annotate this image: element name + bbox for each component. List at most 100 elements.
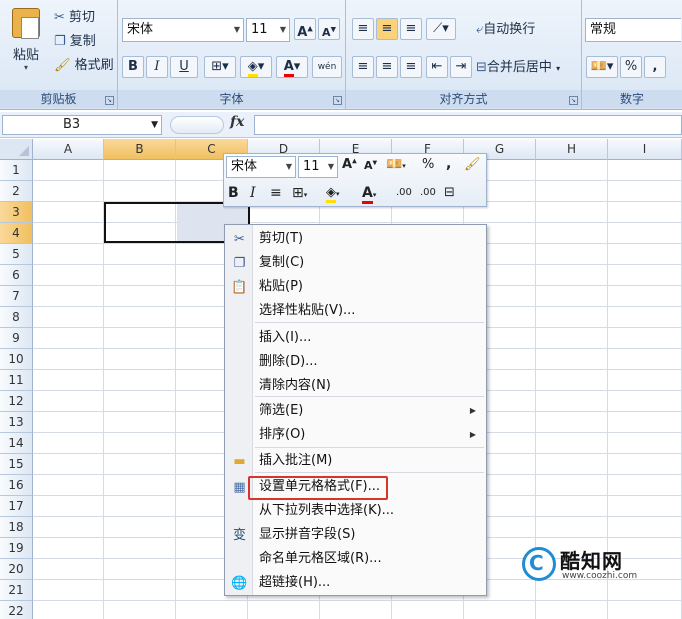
decrease-indent-button[interactable]: ⇤: [426, 56, 448, 78]
menu-item-6[interactable]: 清除内容(N): [253, 374, 486, 398]
row-header-19[interactable]: 19: [0, 538, 33, 559]
menu-item-7[interactable]: 筛选(E) ▶: [253, 399, 486, 423]
font-color-icon: A: [283, 59, 294, 77]
comma-button[interactable]: ,: [644, 56, 666, 78]
wrap-text-button[interactable]: ⤶自动换行: [476, 18, 535, 42]
align-bottom-button[interactable]: ≡: [400, 18, 422, 40]
clipboard-launcher-icon[interactable]: ↘: [105, 96, 114, 105]
align-middle-button[interactable]: ≡: [376, 18, 398, 40]
grow-font-button[interactable]: A▲: [294, 18, 316, 40]
formula-bar-handle[interactable]: [170, 116, 224, 134]
mini-font-color-icon[interactable]: A▾: [362, 185, 376, 204]
align-top-button[interactable]: ≡: [352, 18, 374, 40]
formula-input[interactable]: [254, 115, 682, 135]
font-color-button[interactable]: A▾: [276, 56, 308, 78]
menu-item-8[interactable]: 排序(O) ▶: [253, 423, 486, 447]
row-header-4[interactable]: 4: [0, 223, 33, 244]
menu-item-1[interactable]: 复制(C): [253, 251, 486, 275]
menu-item-3[interactable]: 选择性粘贴(V)...: [253, 299, 486, 323]
row-header-2[interactable]: 2: [0, 181, 33, 202]
row-header-11[interactable]: 11: [0, 370, 33, 391]
row-header-10[interactable]: 10: [0, 349, 33, 370]
menu-item-label: 删除(D)...: [259, 354, 318, 369]
underline-button[interactable]: U: [170, 56, 198, 78]
column-header-i[interactable]: I: [608, 139, 682, 160]
format-painter-button[interactable]: 🖌 格式刷: [54, 54, 114, 78]
row-header-1[interactable]: 1: [0, 160, 33, 181]
copy-button[interactable]: ❐ 复制: [54, 30, 96, 54]
align-right-button[interactable]: ≡: [400, 56, 422, 78]
menu-item-4[interactable]: 插入(I)...: [253, 326, 486, 350]
mini-grow-font-icon[interactable]: A▲: [342, 157, 357, 172]
number-format-combo[interactable]: 常规: [585, 18, 681, 42]
mini-comma-button[interactable]: ,: [446, 156, 451, 172]
menu-item-2[interactable]: 粘贴(P): [253, 275, 486, 299]
mini-bold-button[interactable]: B: [228, 185, 239, 201]
orientation-button[interactable]: ⟋▾: [426, 18, 456, 40]
chevron-down-icon[interactable]: ▼: [151, 116, 158, 134]
menu-item-13[interactable]: 命名单元格区域(R)...: [253, 547, 486, 571]
cut-button[interactable]: ✂ 剪切: [54, 6, 95, 30]
column-header-b[interactable]: B: [104, 139, 176, 160]
italic-button[interactable]: I: [146, 56, 168, 78]
currency-button[interactable]: 💴▾: [586, 56, 618, 78]
row-header-7[interactable]: 7: [0, 286, 33, 307]
menu-item-11[interactable]: 从下拉列表中选择(K)...: [253, 499, 486, 523]
merge-center-button[interactable]: ⊟合并后居中 ▾: [476, 56, 560, 80]
row-header-13[interactable]: 13: [0, 412, 33, 433]
menu-item-12[interactable]: 显示拼音字段(S): [253, 523, 486, 547]
row-header-18[interactable]: 18: [0, 517, 33, 538]
mini-font-name-combo[interactable]: 宋体 ▼: [226, 156, 296, 178]
mini-font-size-combo[interactable]: 11 ▼: [298, 156, 338, 178]
row-header-5[interactable]: 5: [0, 244, 33, 265]
align-left-button[interactable]: ≡: [352, 56, 374, 78]
align-bottom-icon: ≡: [405, 21, 417, 36]
menu-item-5[interactable]: 删除(D)...: [253, 350, 486, 374]
alignment-launcher-icon[interactable]: ↘: [569, 96, 578, 105]
border-button[interactable]: ⊞▾: [204, 56, 236, 78]
fill-color-button[interactable]: ◈▾: [240, 56, 272, 78]
column-header-a[interactable]: A: [33, 139, 104, 160]
align-center-button[interactable]: ≡: [376, 56, 398, 78]
insert-function-icon[interactable]: fx: [230, 114, 244, 130]
menu-item-14[interactable]: 超链接(H)...: [253, 571, 486, 595]
row-header-15[interactable]: 15: [0, 454, 33, 475]
menu-item-0[interactable]: 剪切(T): [253, 227, 486, 251]
name-box[interactable]: B3 ▼: [2, 115, 162, 135]
increase-indent-button[interactable]: ⇥: [450, 56, 472, 78]
row-header-16[interactable]: 16: [0, 475, 33, 496]
mini-border-icon[interactable]: ⊞▾: [292, 185, 307, 201]
mini-shrink-font-icon[interactable]: A▼: [364, 159, 377, 172]
mini-percent-button[interactable]: %: [422, 157, 434, 172]
font-size-combo[interactable]: 11 ▼: [246, 18, 290, 42]
mini-decrease-decimal-button[interactable]: .00: [420, 187, 436, 198]
row-header-22[interactable]: 22: [0, 601, 33, 619]
font-name-combo[interactable]: 宋体 ▼: [122, 18, 244, 42]
column-header-h[interactable]: H: [536, 139, 608, 160]
bold-button[interactable]: B: [122, 56, 144, 78]
row-header-8[interactable]: 8: [0, 307, 33, 328]
mini-merge-icon[interactable]: ⊟: [444, 185, 455, 200]
menu-item-label: 选择性粘贴(V)...: [259, 303, 356, 318]
row-header-9[interactable]: 9: [0, 328, 33, 349]
row-header-14[interactable]: 14: [0, 433, 33, 454]
mini-fill-color-icon[interactable]: ◈▾: [326, 185, 340, 203]
row-header-6[interactable]: 6: [0, 265, 33, 286]
font-launcher-icon[interactable]: ↘: [333, 96, 342, 105]
shrink-font-button[interactable]: A▼: [318, 18, 340, 40]
mini-increase-decimal-button[interactable]: .00: [396, 187, 412, 198]
paste-button[interactable]: 粘贴 ▾: [4, 6, 48, 82]
row-header-20[interactable]: 20: [0, 559, 33, 580]
mini-italic-button[interactable]: I: [250, 185, 256, 201]
mini-currency-icon[interactable]: 💴▾: [386, 157, 406, 172]
row-header-17[interactable]: 17: [0, 496, 33, 517]
select-all-corner[interactable]: [0, 139, 33, 160]
mini-center-icon[interactable]: ≡: [270, 185, 282, 201]
mini-format-painter-icon[interactable]: 🖌: [464, 157, 481, 172]
percent-button[interactable]: %: [620, 56, 642, 78]
row-header-3[interactable]: 3: [0, 202, 33, 223]
row-header-12[interactable]: 12: [0, 391, 33, 412]
row-header-21[interactable]: 21: [0, 580, 33, 601]
phonetic-button[interactable]: wén: [312, 56, 342, 78]
menu-item-9[interactable]: 插入批注(M): [253, 449, 486, 473]
